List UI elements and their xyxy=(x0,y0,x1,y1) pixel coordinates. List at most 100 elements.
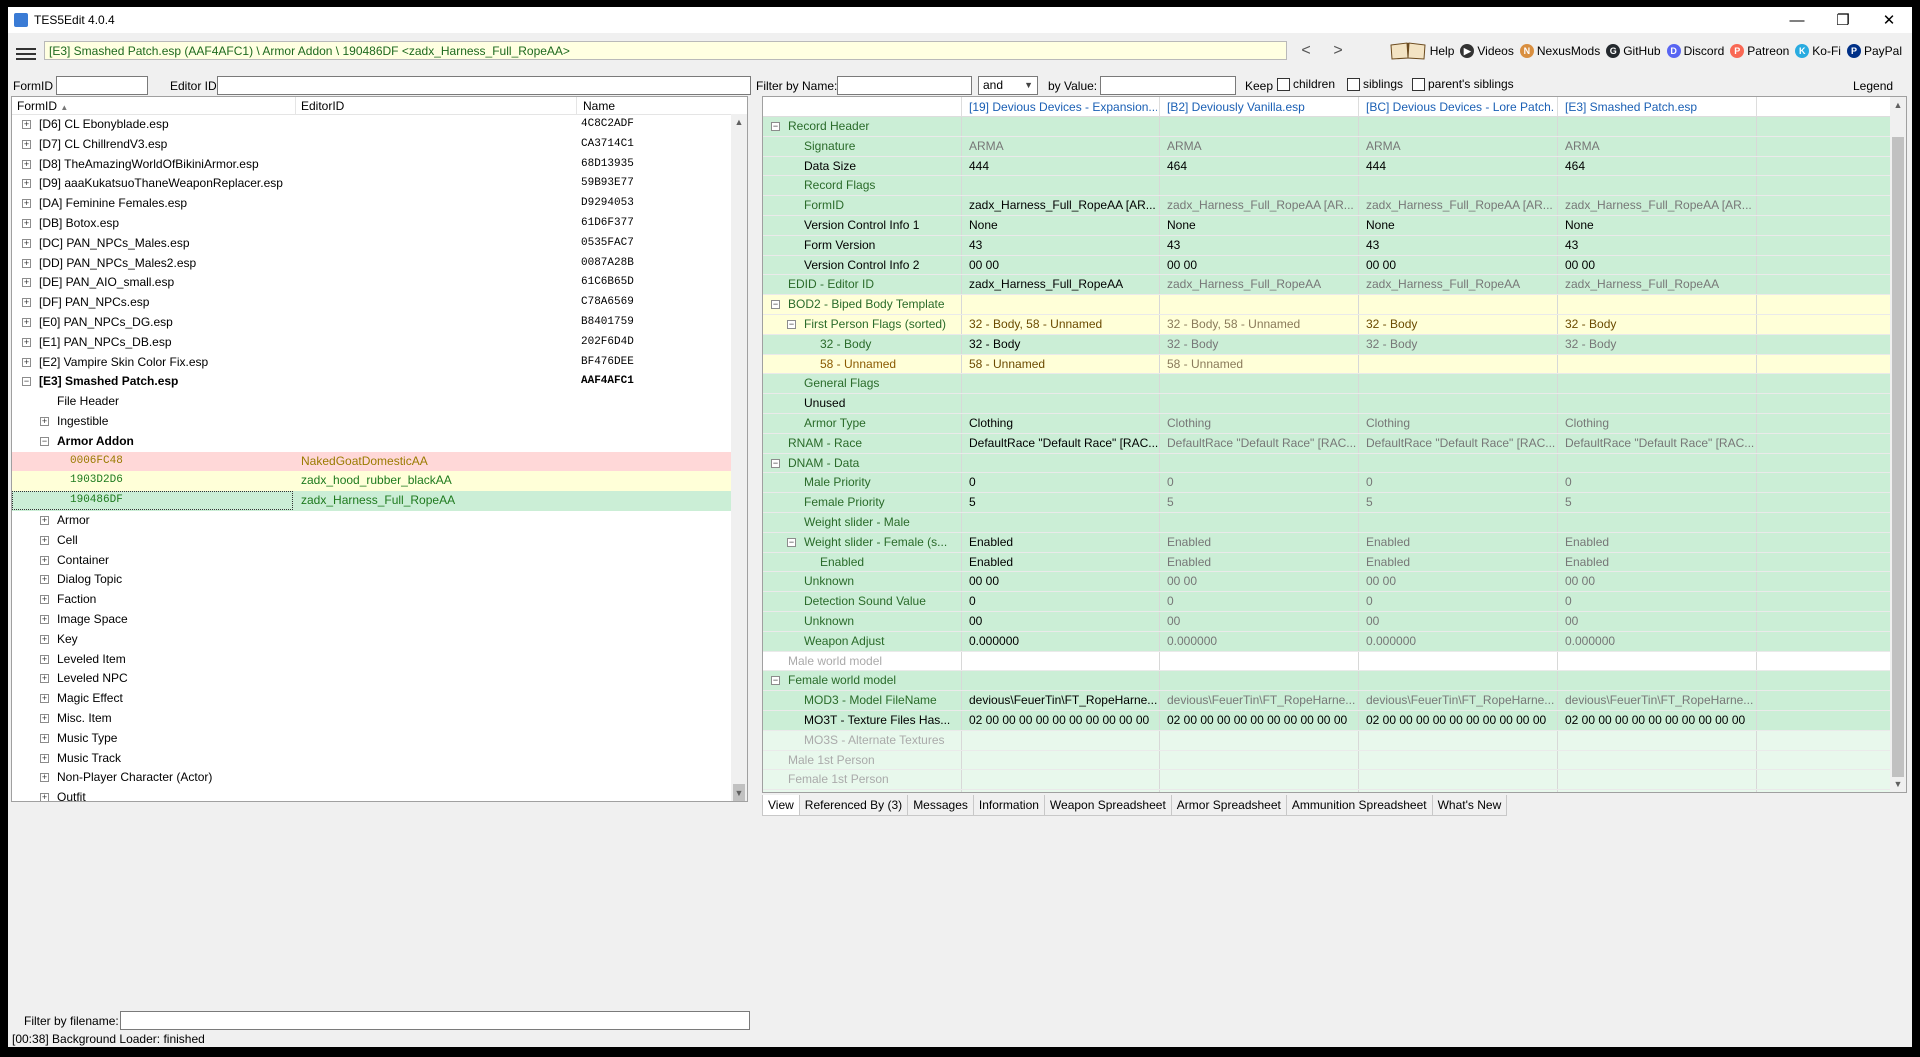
link-videos[interactable]: ▶ Videos xyxy=(1460,44,1514,58)
col-plugin-19[interactable]: [19] Devious Devices - Expansion.... xyxy=(969,100,1157,114)
and-or-select[interactable]: and ▼ xyxy=(978,76,1038,95)
expand-icon[interactable]: + xyxy=(22,199,31,209)
col-formid[interactable]: FormID ▲ xyxy=(17,99,68,113)
scroll-down-icon[interactable]: ▼ xyxy=(731,785,747,801)
expand-icon[interactable]: + xyxy=(40,753,49,763)
tree-row[interactable]: 0006FC48 NakedGoatDomesticAA xyxy=(12,451,731,472)
tree-row[interactable]: + [DF] PAN_NPCs.esp C78A6569 xyxy=(12,293,731,313)
expand-icon[interactable]: + xyxy=(22,298,31,308)
expand-icon[interactable]: + xyxy=(40,535,49,545)
expand-icon[interactable]: + xyxy=(22,218,31,228)
tree-row[interactable]: + Cell xyxy=(12,531,731,551)
scroll-up-icon[interactable]: ▲ xyxy=(731,114,747,130)
record-field-row[interactable]: Female Priority 5 5 5 5 xyxy=(763,493,1890,513)
record-field-row[interactable]: FormID zadx_Harness_Full_RopeAA [AR... zad… xyxy=(763,196,1890,216)
tree-row[interactable]: + [E0] PAN_NPCs_DG.esp B8401759 xyxy=(12,313,731,333)
record-field-row[interactable]: Version Control Info 2 00 00 00 00 00 00 00 … xyxy=(763,255,1890,276)
record-field-row[interactable]: EDID - Editor ID zadx_Harness_Full_RopeAA… xyxy=(763,275,1890,296)
expand-icon[interactable]: + xyxy=(22,337,31,347)
close-button[interactable]: ✕ xyxy=(1866,7,1912,33)
tree-row[interactable]: + Leveled Item xyxy=(12,650,731,670)
collapse-icon[interactable]: − xyxy=(787,537,796,547)
scroll-up-icon[interactable]: ▲ xyxy=(1890,97,1906,113)
record-field-row[interactable]: Unknown 00 00 00 00 00 00 00 00 xyxy=(763,572,1890,593)
tree-row[interactable]: + Music Track xyxy=(12,749,731,769)
expand-icon[interactable]: + xyxy=(40,773,49,783)
link-ko-fi[interactable]: K Ko-Fi xyxy=(1795,44,1841,58)
record-field-row[interactable]: MO3S - Alternate Textures xyxy=(763,730,1890,751)
tree-row[interactable]: + Leveled NPC xyxy=(12,669,731,689)
tree-row[interactable]: + Container xyxy=(12,551,731,571)
record-field-row[interactable]: Male Priority 0 0 0 0 xyxy=(763,473,1890,494)
expand-icon[interactable]: + xyxy=(22,258,31,268)
tree-row[interactable]: + [D6] CL Ebonyblade.esp 4C8C2ADF xyxy=(12,115,731,135)
record-field-row[interactable]: Male 1st Person xyxy=(763,750,1890,771)
formid-filter-input[interactable] xyxy=(56,76,148,95)
back-button[interactable]: < xyxy=(1294,41,1318,61)
tab-weapon-spreadsheet[interactable]: Weapon Spreadsheet xyxy=(1043,795,1172,816)
link-help[interactable]: Help xyxy=(1389,41,1454,61)
record-field-row[interactable]: − Record Header xyxy=(763,117,1890,137)
record-field-row[interactable]: MOD3 - Model FileName devious\FeuerTin\FT… xyxy=(763,691,1890,711)
col-plugin-b2[interactable]: [B2] Deviously Vanilla.esp xyxy=(1167,100,1355,114)
filter-value-input[interactable] xyxy=(1100,76,1236,95)
record-path-bar[interactable]: [E3] Smashed Patch.esp (AAF4AFC1) \ Armo… xyxy=(44,41,1287,60)
expand-icon[interactable]: + xyxy=(22,357,31,367)
tab-referenced-by-3[interactable]: Referenced By (3) xyxy=(798,795,909,816)
tree-row[interactable]: + [DA] Feminine Females.esp D9294053 xyxy=(12,194,731,214)
tree-row[interactable]: + Misc. Item xyxy=(12,709,731,729)
tree-row[interactable]: + [D8] TheAmazingWorldOfBikiniArmor.esp 68… xyxy=(12,155,731,175)
record-field-row[interactable]: Form Version 43 43 43 43 xyxy=(763,235,1890,256)
tree-row[interactable]: + Image Space xyxy=(12,610,731,630)
record-field-row[interactable]: 32 - Body 32 - Body 32 - Body 32 - Body 32 -… xyxy=(763,334,1890,355)
expand-icon[interactable]: + xyxy=(40,634,49,644)
collapse-icon[interactable]: − xyxy=(771,122,780,131)
tree-row[interactable]: + [D9] aaaKukatsuoThaneWeaponReplacer.esp… xyxy=(12,174,731,194)
record-field-row[interactable]: Unknown 00 00 00 00 xyxy=(763,611,1890,632)
record-field-row[interactable]: Armor Type Clothing Clothing Clothing Clothi… xyxy=(763,413,1890,434)
record-field-row[interactable]: RNAM - Race DefaultRace "Default Race" [R… xyxy=(763,433,1890,454)
expand-icon[interactable]: + xyxy=(40,733,49,743)
collapse-icon[interactable]: − xyxy=(787,319,796,329)
tab-messages[interactable]: Messages xyxy=(907,795,974,816)
record-field-row[interactable]: Enabled Enabled Enabled Enabled Enabled xyxy=(763,552,1890,573)
expand-icon[interactable]: + xyxy=(22,120,31,129)
tree-row[interactable]: + [E2] Vampire Skin Color Fix.esp BF476DEE xyxy=(12,353,731,373)
tree-row[interactable]: 1903D2D6 zadx_hood_rubber_blackAA xyxy=(12,471,731,492)
tree-row[interactable]: + Armor xyxy=(12,511,731,531)
collapse-icon[interactable]: − xyxy=(771,458,780,468)
maximize-button[interactable]: ❐ xyxy=(1820,7,1866,33)
tree-row[interactable]: File Header xyxy=(12,392,731,412)
filter-filename-input[interactable] xyxy=(120,1011,750,1030)
expand-icon[interactable]: + xyxy=(40,555,49,565)
link-discord[interactable]: D Discord xyxy=(1666,44,1724,58)
scroll-down-icon[interactable]: ▼ xyxy=(1890,776,1906,792)
scroll-thumb[interactable] xyxy=(1892,137,1904,777)
record-field-row[interactable]: − DNAM - Data xyxy=(763,453,1890,474)
tree-row[interactable]: + Faction xyxy=(12,590,731,610)
link-nexusmods[interactable]: N NexusMods xyxy=(1519,44,1600,58)
tree-row[interactable]: + Ingestible xyxy=(12,412,731,432)
record-field-row[interactable]: Male world model xyxy=(763,651,1890,672)
record-field-row[interactable]: − BOD2 - Biped Body Template xyxy=(763,295,1890,315)
tree-row[interactable]: − Armor Addon xyxy=(12,432,731,452)
tree-row[interactable]: + Non-Player Character (Actor) xyxy=(12,768,731,788)
expand-icon[interactable]: + xyxy=(40,793,49,801)
expand-icon[interactable]: + xyxy=(40,654,49,664)
expand-icon[interactable]: + xyxy=(22,238,31,248)
expand-icon[interactable]: + xyxy=(40,416,49,426)
tree-row[interactable]: + Key xyxy=(12,630,731,650)
record-field-row[interactable]: Unused xyxy=(763,394,1890,414)
expand-icon[interactable]: + xyxy=(22,139,31,149)
record-field-row[interactable]: NAM0 - Male Skin Texture xyxy=(763,790,1890,792)
record-field-row[interactable]: Detection Sound Value 0 0 0 0 xyxy=(763,592,1890,612)
link-patreon[interactable]: P Patreon xyxy=(1730,44,1789,58)
expand-icon[interactable]: + xyxy=(40,575,49,585)
expand-icon[interactable]: + xyxy=(22,159,31,169)
expand-icon[interactable]: + xyxy=(40,694,49,704)
tab-armor-spreadsheet[interactable]: Armor Spreadsheet xyxy=(1170,795,1287,816)
parents-siblings-checkbox[interactable]: parent's siblings xyxy=(1412,77,1514,92)
filter-name-input[interactable] xyxy=(837,76,972,95)
minimize-button[interactable]: — xyxy=(1774,7,1820,33)
collapse-icon[interactable]: − xyxy=(771,300,780,310)
